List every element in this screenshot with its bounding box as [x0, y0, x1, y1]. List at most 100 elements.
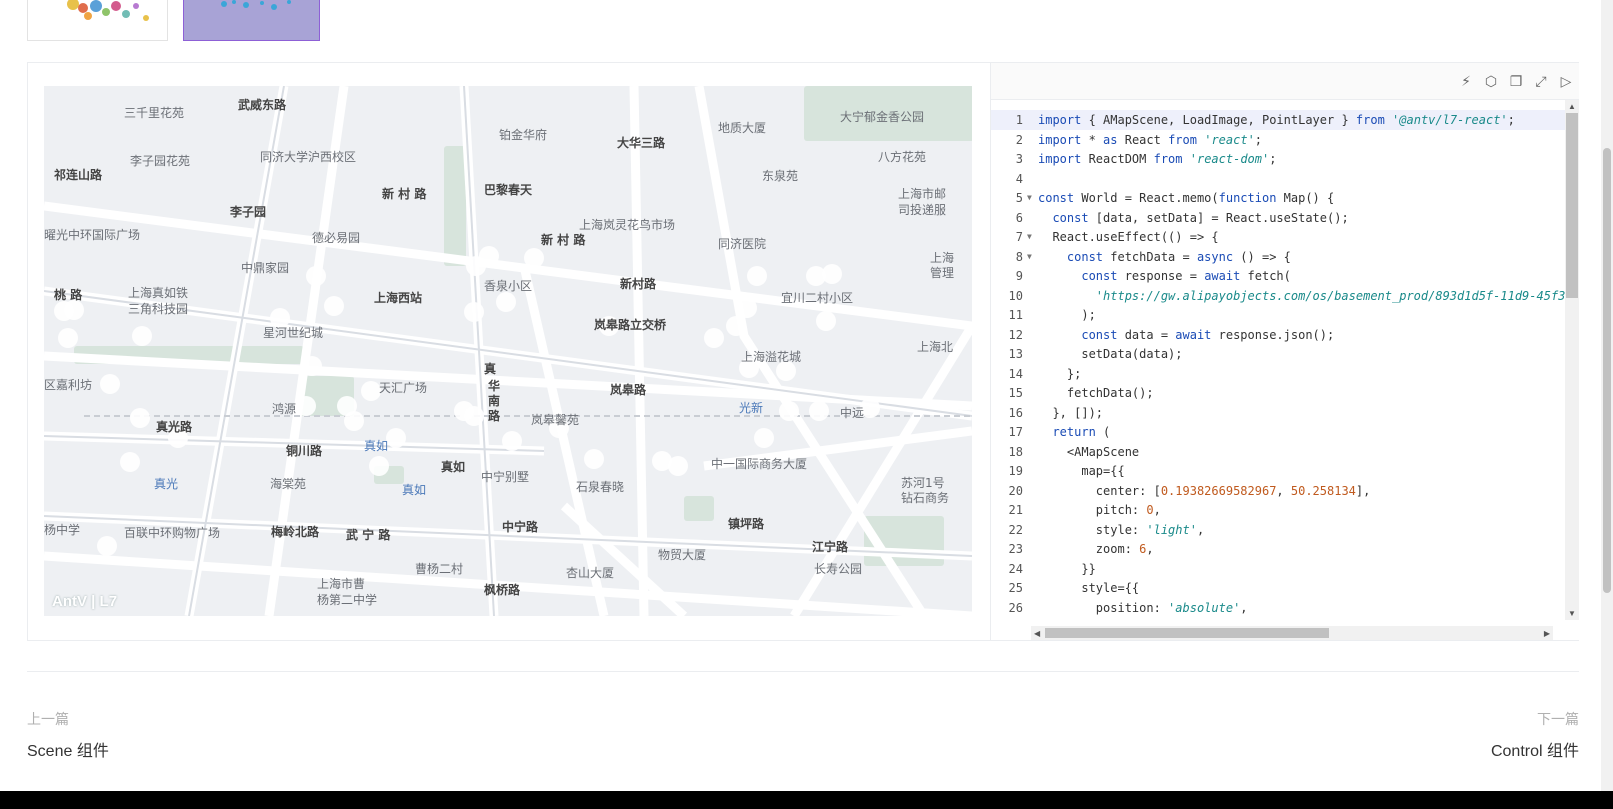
code-line[interactable]: 2 import * as React from 'react';	[991, 130, 1567, 150]
code-text: const [data, setData] = React.useState()…	[1052, 210, 1349, 225]
code-line[interactable]: 17 return (	[991, 422, 1567, 442]
code-line[interactable]: 27	[991, 617, 1567, 620]
lightning-icon[interactable]: ⚡	[1457, 72, 1475, 90]
data-point[interactable]	[726, 316, 746, 336]
map-label: 三角科技园	[128, 302, 189, 316]
data-point[interactable]	[361, 381, 381, 401]
code-text: const fetchData = async () => {	[1066, 249, 1291, 264]
data-point[interactable]	[132, 326, 152, 346]
page-scrollbar[interactable]	[1601, 0, 1613, 791]
code-line[interactable]: 22 style: 'light',	[991, 520, 1567, 540]
code-line[interactable]: 12 const data = await response.json();	[991, 325, 1567, 345]
play-icon[interactable]: ▷	[1557, 72, 1575, 90]
code-line[interactable]: 24 }}	[991, 559, 1567, 579]
line-number: 13	[1008, 347, 1023, 361]
code-editor[interactable]: ⚡ ⬡ ❐ ⤢ ▷ 1 import { AMapScene, LoadImage…	[990, 63, 1579, 640]
code-line[interactable]: 9 const response = await fetch(	[991, 266, 1567, 286]
scroll-up-icon[interactable]: ▲	[1568, 102, 1576, 111]
data-point[interactable]	[369, 456, 389, 476]
data-point[interactable]	[502, 431, 522, 451]
data-point[interactable]	[809, 401, 829, 421]
scroll-right-icon[interactable]: ▶	[1544, 629, 1550, 638]
data-point[interactable]	[296, 396, 316, 416]
code-line[interactable]: 16 }, []);	[991, 403, 1567, 423]
map-label: 杏山大厦	[566, 566, 615, 580]
data-point[interactable]	[54, 301, 74, 321]
code-line[interactable]: 18 <AMapScene	[991, 442, 1567, 462]
code-line[interactable]: 23 zoom: 6,	[991, 539, 1567, 559]
code-line[interactable]: 7 ▼ React.useEffect(() => {	[991, 227, 1567, 247]
code-text: React.useEffect(() => {	[1038, 230, 1219, 244]
code-lines[interactable]: 1 import { AMapScene, LoadImage, PointLay…	[991, 110, 1567, 620]
code-line[interactable]: 10 'https://gw.alipayobjects.com/os/base…	[991, 286, 1567, 306]
data-point[interactable]	[584, 449, 604, 469]
copy-icon[interactable]: ❐	[1507, 72, 1525, 90]
editor-vertical-scrollbar[interactable]: ▲ ▼	[1565, 100, 1579, 620]
line-number: 20	[1008, 483, 1023, 498]
data-point[interactable]	[479, 246, 499, 266]
fold-arrow-icon[interactable]: ▼	[1027, 188, 1032, 208]
editor-horizontal-scrollbar[interactable]: ◀ ▶	[1031, 626, 1553, 640]
code-line[interactable]: 1 import { AMapScene, LoadImage, PointLay…	[991, 110, 1567, 130]
data-point[interactable]	[100, 374, 120, 394]
fold-arrow-icon[interactable]: ▼	[1027, 227, 1032, 247]
code-line[interactable]: 5 ▼ const World = React.memo(function Map(…	[991, 188, 1567, 208]
line-number: 3	[1015, 152, 1023, 166]
code-line[interactable]: 25 style={{	[991, 578, 1567, 598]
line-number: 26	[1008, 600, 1023, 615]
code-line[interactable]: 20 center: [0.19382669582967, 50.258134]…	[991, 481, 1567, 501]
code-line[interactable]: 3 import ReactDOM from 'react-dom';	[991, 149, 1567, 169]
data-point[interactable]	[816, 311, 836, 331]
data-point[interactable]	[464, 406, 484, 426]
fullscreen-icon[interactable]: ⤢	[1532, 72, 1550, 90]
data-point[interactable]	[704, 328, 724, 348]
code-line[interactable]: 14 };	[991, 364, 1567, 384]
prev-link[interactable]: Scene 组件	[27, 737, 109, 761]
code-line[interactable]: 4	[991, 169, 1567, 189]
code-line[interactable]: 19 map={{	[991, 461, 1567, 481]
map-label: 铂金华府	[499, 128, 548, 142]
data-point[interactable]	[306, 266, 326, 286]
data-point[interactable]	[324, 296, 344, 316]
data-point[interactable]	[496, 292, 516, 312]
data-point[interactable]	[120, 452, 140, 472]
map-label: 李子园花苑	[130, 154, 191, 168]
data-point[interactable]	[779, 401, 799, 421]
data-point[interactable]	[302, 356, 322, 376]
scrollbar-thumb[interactable]	[1566, 113, 1578, 298]
code-line[interactable]: 26 position: 'absolute',	[991, 598, 1567, 618]
data-point[interactable]	[737, 298, 757, 318]
code-line[interactable]: 6 const [data, setData] = React.useState…	[991, 208, 1567, 228]
data-point[interactable]	[130, 408, 150, 428]
map-label: 新 村 路	[382, 187, 427, 201]
thumbnail-active-point-map[interactable]	[183, 0, 320, 41]
data-point[interactable]	[97, 536, 117, 556]
code-line[interactable]: 8 ▼ const fetchData = async () => {	[991, 247, 1567, 267]
code-line[interactable]: 13 setData(data);	[991, 344, 1567, 364]
data-point[interactable]	[754, 428, 774, 448]
data-point[interactable]	[822, 264, 842, 284]
data-point[interactable]	[344, 411, 364, 431]
data-point[interactable]	[747, 266, 767, 286]
data-point[interactable]	[524, 248, 544, 268]
map-label: 司投递服	[898, 203, 947, 217]
scrollbar-thumb[interactable]	[1045, 628, 1329, 638]
data-point[interactable]	[668, 456, 688, 476]
scroll-left-icon[interactable]: ◀	[1034, 629, 1040, 638]
code-line[interactable]: 11 );	[991, 305, 1567, 325]
code-text: import * as React from 'react';	[1038, 132, 1263, 147]
data-point[interactable]	[386, 428, 406, 448]
code-line[interactable]: 21 pitch: 0,	[991, 500, 1567, 520]
code-line[interactable]: 15 fetchData();	[991, 383, 1567, 403]
map-canvas[interactable]: 三千里花苑 武威东路 铂金华府 大华三路 地质大厦 大宁郁金香公园 李子园花苑 同济大学沪西校…	[44, 86, 972, 616]
fold-arrow-icon[interactable]: ▼	[1027, 247, 1032, 267]
map-label: 镇坪路	[728, 517, 765, 531]
data-point[interactable]	[58, 328, 78, 348]
map-label: 新村路	[620, 277, 657, 291]
scroll-down-icon[interactable]: ▼	[1568, 609, 1576, 618]
next-link[interactable]: Control 组件	[1491, 737, 1579, 761]
thumbnail-world-map[interactable]	[27, 0, 168, 41]
data-point[interactable]	[464, 302, 484, 322]
cube-icon[interactable]: ⬡	[1482, 72, 1500, 90]
scrollbar-thumb[interactable]	[1603, 148, 1611, 593]
